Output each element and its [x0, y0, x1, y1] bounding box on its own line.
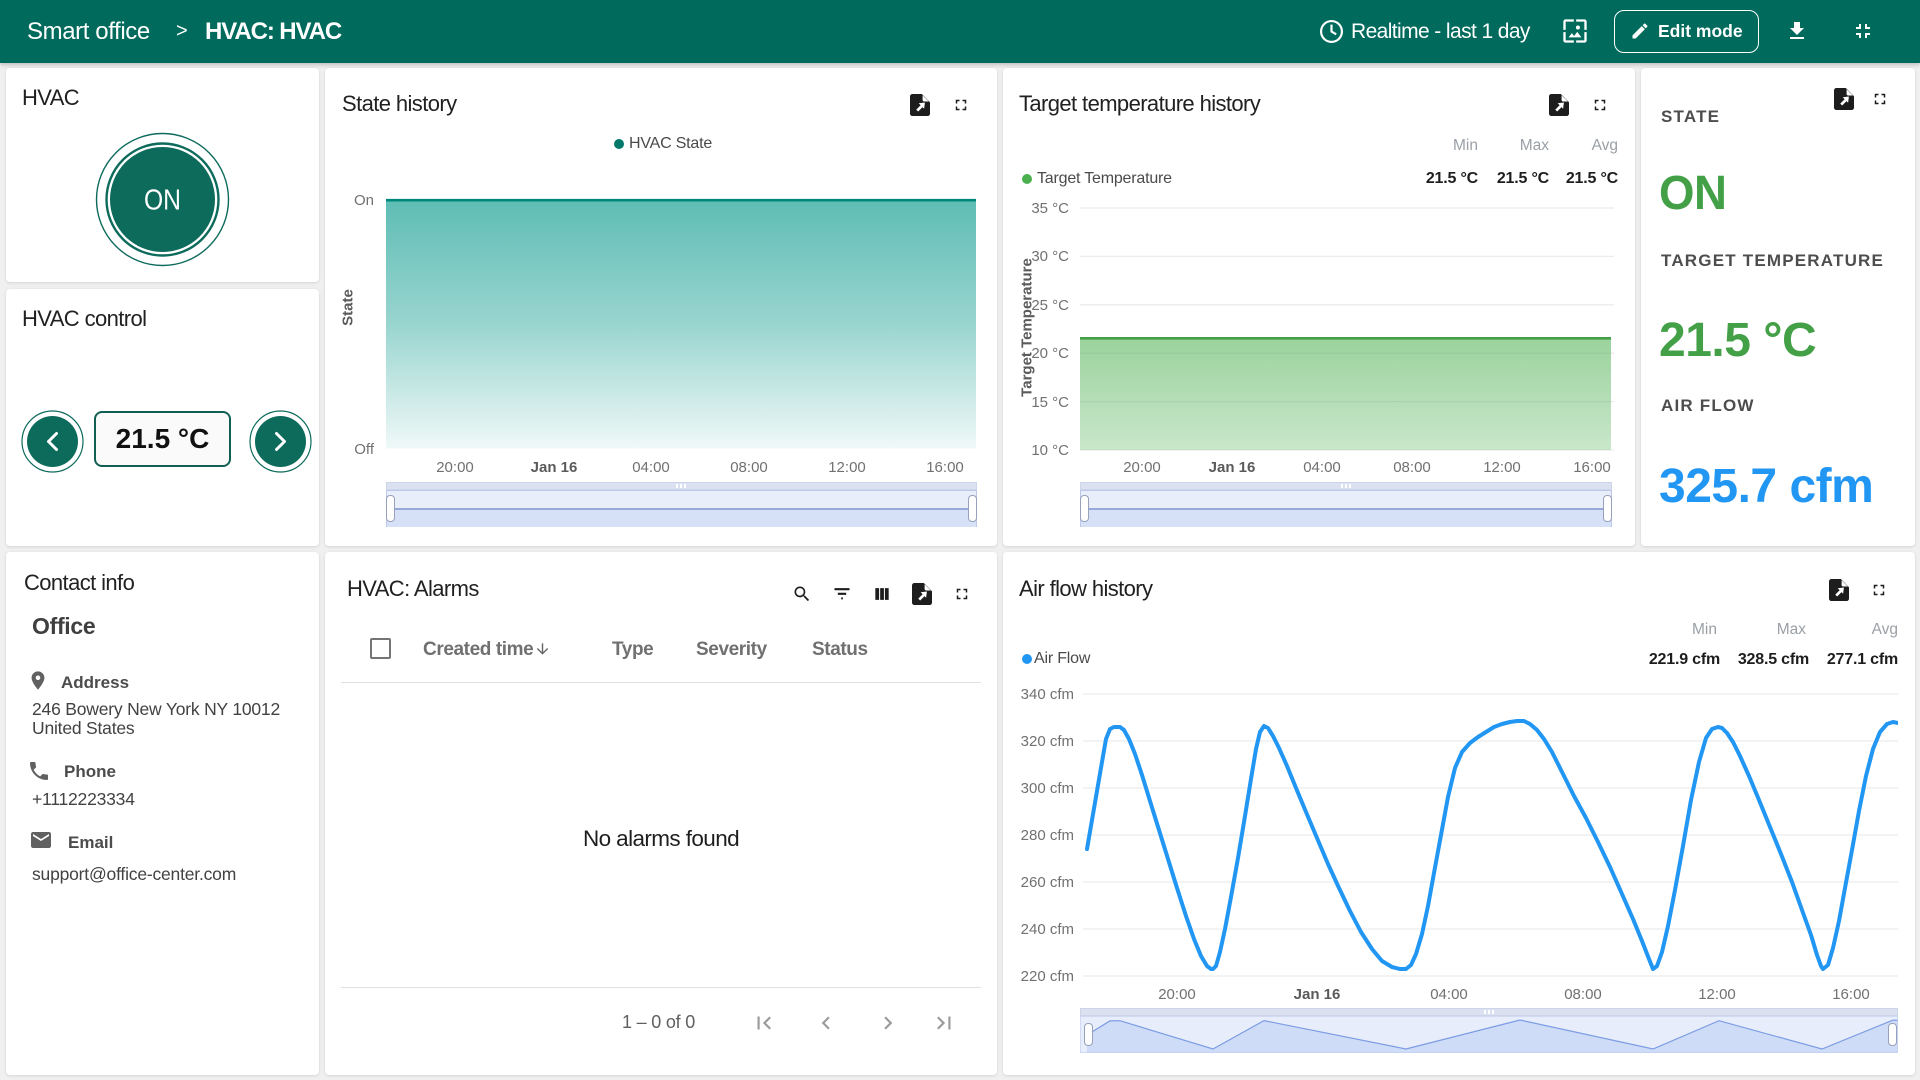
svg-text:ON: ON — [144, 185, 181, 217]
